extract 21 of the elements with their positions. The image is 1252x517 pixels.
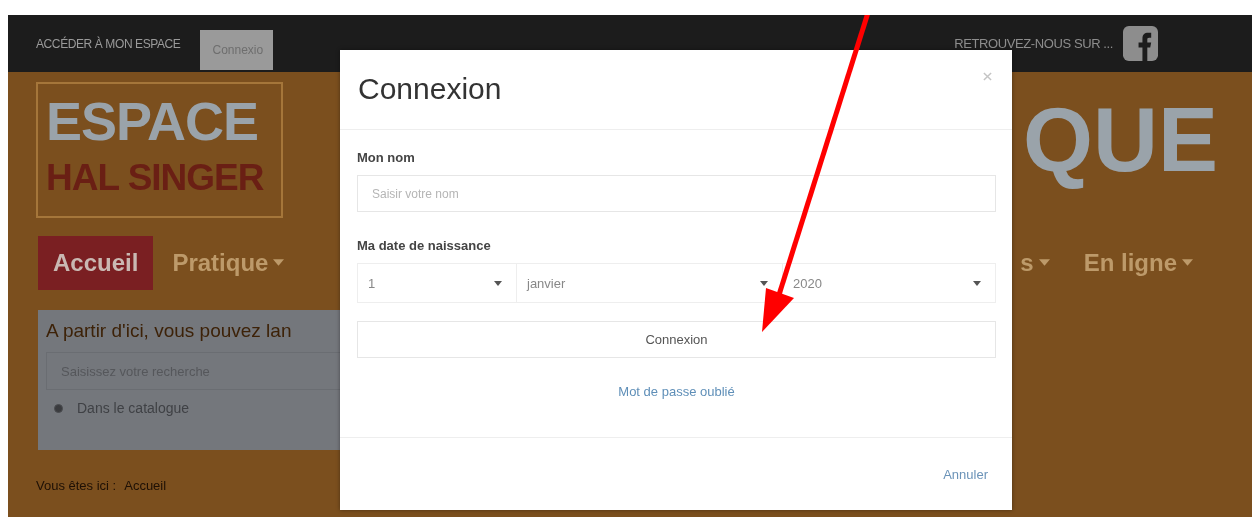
- panel-heading: A partir d'ici, vous pouvez lan: [46, 320, 293, 342]
- close-icon[interactable]: [983, 72, 992, 81]
- breadcrumb-link[interactable]: Accueil: [124, 478, 167, 493]
- cancel-link[interactable]: Annuler: [943, 466, 988, 482]
- account-label: ACCÉDER À MON ESPACE: [36, 36, 181, 51]
- dialog-title: Connexion: [358, 72, 502, 106]
- nav-item[interactable]: Pratique: [157, 235, 300, 290]
- login-button[interactable]: Connexion: [357, 321, 996, 358]
- name-field[interactable]: Saisir votre nom: [357, 175, 996, 212]
- radio-button[interactable]: [54, 403, 63, 413]
- field-label: Mon nom: [357, 150, 416, 165]
- nav-item[interactable]: Accueil: [38, 235, 154, 290]
- banner-title: QUE: [1022, 89, 1218, 192]
- nav-item[interactable]: En ligne: [1068, 235, 1208, 290]
- field-label: Ma date de naissance: [357, 238, 492, 253]
- logo-text: ESPACE: [46, 90, 259, 153]
- nav-item[interactable]: s: [1005, 235, 1065, 290]
- follow-text: RETROUVEZ-NOUS SUR ...: [954, 36, 1113, 51]
- facebook-icon[interactable]: [1123, 26, 1158, 61]
- breadcrumb-label: Vous êtes ici :: [36, 478, 117, 493]
- forgot-password-link[interactable]: Mot de passe oublié: [618, 384, 735, 399]
